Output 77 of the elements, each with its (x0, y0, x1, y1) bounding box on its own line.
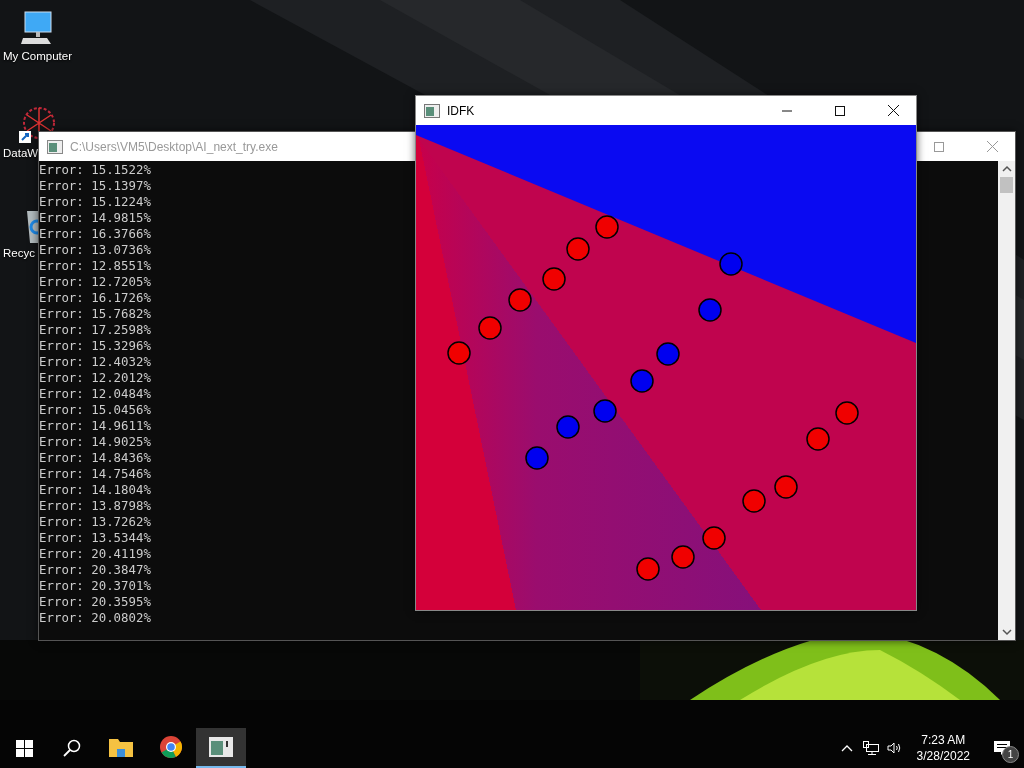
console-line: Error: 12.4032% (39, 354, 151, 370)
data-point (593, 399, 617, 423)
window-title: IDFK (447, 103, 475, 118)
notification-count-badge: 1 (1002, 746, 1019, 763)
search-icon (63, 739, 81, 757)
console-line: Error: 15.0456% (39, 402, 151, 418)
browser-icon (160, 736, 182, 758)
console-line: Error: 16.1726% (39, 290, 151, 306)
data-point (835, 401, 859, 425)
console-line: Error: 20.0802% (39, 610, 151, 626)
console-line: Error: 15.3296% (39, 338, 151, 354)
console-line: Error: 20.3595% (39, 594, 151, 610)
scrollbar[interactable] (998, 161, 1015, 640)
console-line: Error: 13.7262% (39, 514, 151, 530)
data-point (630, 369, 654, 393)
console-line: Error: 13.8798% (39, 498, 151, 514)
data-point (698, 298, 722, 322)
scroll-up-icon[interactable] (1001, 165, 1012, 173)
console-app-icon (47, 139, 63, 154)
console-line: Error: 20.4119% (39, 546, 151, 562)
window-app-icon (424, 103, 440, 118)
console-line: Error: 15.7682% (39, 306, 151, 322)
close-icon (887, 105, 899, 116)
data-point (806, 427, 830, 451)
scroll-thumb[interactable] (1000, 177, 1013, 193)
data-point (556, 415, 580, 439)
console-app-icon (209, 737, 233, 757)
notifications-button[interactable]: 1 (980, 728, 1024, 768)
console-line: Error: 12.7205% (39, 274, 151, 290)
console-line: Error: 16.3766% (39, 226, 151, 242)
console-line: Error: 15.1224% (39, 194, 151, 210)
console-line: Error: 15.1522% (39, 162, 151, 178)
data-point (508, 288, 532, 312)
data-point (671, 545, 695, 569)
data-point (542, 267, 566, 291)
console-line: Error: 14.8436% (39, 450, 151, 466)
console-line: Error: 14.9611% (39, 418, 151, 434)
clock-time: 7:23 AM (921, 733, 966, 747)
folder-icon (109, 737, 133, 757)
data-point (636, 557, 660, 581)
minimize-icon (782, 109, 792, 112)
console-line: Error: 12.0484% (39, 386, 151, 402)
desktop-icon-label[interactable]: DataW (3, 147, 39, 159)
console-line: Error: 14.7546% (39, 466, 151, 482)
console-line: Error: 12.2012% (39, 370, 151, 386)
window-title: C:\Users\VM5\Desktop\AI_next_try.exe (70, 139, 278, 154)
console-line: Error: 20.3847% (39, 562, 151, 578)
data-point (719, 252, 743, 276)
data-point (478, 316, 502, 340)
close-icon (986, 141, 998, 152)
console-line: Error: 17.2598% (39, 322, 151, 338)
data-point (702, 526, 726, 550)
data-point (447, 341, 471, 365)
console-line: Error: 14.9815% (39, 210, 151, 226)
windows-logo-icon (15, 739, 33, 757)
maximize-icon (934, 141, 944, 152)
taskbar-app-button[interactable] (196, 728, 246, 768)
console-line: Error: 15.1397% (39, 178, 151, 194)
data-point (566, 237, 590, 261)
scroll-down-icon[interactable] (1001, 628, 1012, 636)
desktop-icon-label[interactable]: Recyc (3, 247, 35, 259)
web-shortcut-icon[interactable] (17, 105, 57, 145)
console-line: Error: 14.1804% (39, 482, 151, 498)
maximize-icon (835, 105, 845, 116)
desktop-icon-label[interactable]: My Computer (3, 50, 73, 62)
console-line: Error: 13.5344% (39, 530, 151, 546)
console-line: Error: 14.9025% (39, 434, 151, 450)
clock[interactable]: 7:23 AM 3/28/2022 (906, 728, 980, 768)
data-point (525, 446, 549, 470)
console-line: Error: 13.0736% (39, 242, 151, 258)
console-line: Error: 20.3701% (39, 578, 151, 594)
data-point (656, 342, 680, 366)
data-point (742, 489, 766, 513)
data-point (595, 215, 619, 239)
clock-date: 3/28/2022 (916, 749, 970, 763)
data-point (774, 475, 798, 499)
console-line: Error: 12.8551% (39, 258, 151, 274)
